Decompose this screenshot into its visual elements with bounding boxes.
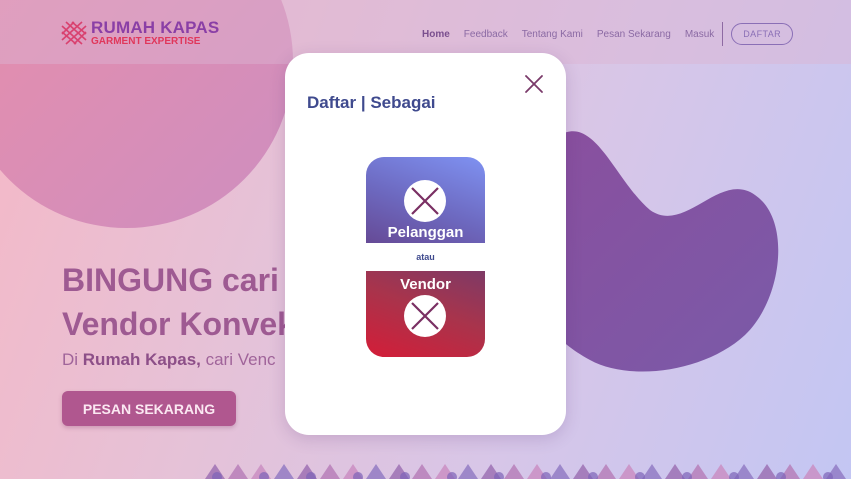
footer-triangle	[550, 464, 570, 479]
footer-triangle	[412, 464, 432, 479]
footer-triangle	[274, 464, 294, 479]
hero-subtitle-prefix: Di	[62, 350, 83, 369]
footer-bubble	[729, 472, 739, 479]
footer-triangle	[596, 464, 616, 479]
hero-headline-line2: Vendor Konvek	[62, 306, 295, 342]
nav-tentang-kami[interactable]: Tentang Kami	[522, 29, 583, 40]
footer-triangle	[228, 464, 248, 479]
order-now-button[interactable]: PESAN SEKARANG	[62, 391, 236, 426]
brand-logo[interactable]: RUMAH KAPAS GARMENT EXPERTISE	[60, 19, 219, 47]
footer-triangle	[642, 464, 662, 479]
footer-triangle	[366, 464, 386, 479]
footer-bubble	[588, 472, 598, 479]
option-pelanggan[interactable]: Pelanggan	[366, 157, 485, 243]
x-circle-icon	[404, 295, 446, 337]
nav-pesan-sekarang[interactable]: Pesan Sekarang	[597, 29, 671, 40]
modal-title: Daftar | Sebagai	[307, 93, 436, 112]
close-icon[interactable]	[523, 73, 545, 95]
register-button[interactable]: DAFTAR	[731, 23, 793, 45]
footer-triangle	[711, 464, 731, 479]
footer-triangle	[757, 464, 777, 479]
brand-title: RUMAH KAPAS	[91, 18, 220, 37]
option-vendor-label: Vendor	[400, 276, 451, 293]
footer-triangle	[504, 464, 524, 479]
hero-subtitle-brand: Rumah Kapas,	[82, 350, 201, 369]
footer-triangle	[803, 464, 823, 479]
nav-feedback[interactable]: Feedback	[464, 29, 508, 40]
nav-masuk[interactable]: Masuk	[685, 29, 714, 40]
hero-headline-line1: BINGUNG cari	[62, 262, 279, 298]
nav-home[interactable]: Home	[422, 29, 450, 40]
option-pelanggan-label: Pelanggan	[387, 224, 464, 241]
hero-subtitle: Di Rumah Kapas, cari Venc	[62, 350, 276, 370]
option-separator: atau	[366, 243, 485, 271]
main-nav: Home Feedback Tentang Kami Pesan Sekaran…	[408, 22, 793, 46]
separator-text: atau	[416, 252, 435, 262]
footer-triangle	[458, 464, 478, 479]
footer-triangle	[665, 464, 685, 479]
hero-subtitle-suffix: cari Venc	[200, 350, 276, 369]
footer-triangle	[320, 464, 340, 479]
footer-bubble	[635, 472, 645, 479]
nav-divider	[722, 22, 724, 46]
crosshatch-logo-icon	[61, 21, 87, 45]
brand-subtitle: GARMENT EXPERTISE	[91, 36, 201, 47]
register-modal: Daftar | Sebagai Pelanggan atau Vendor	[285, 53, 566, 435]
footer-bubble	[682, 472, 692, 479]
footer-triangle-decoration	[205, 464, 846, 479]
option-vendor[interactable]: Vendor	[366, 271, 485, 357]
x-circle-icon	[404, 180, 446, 222]
